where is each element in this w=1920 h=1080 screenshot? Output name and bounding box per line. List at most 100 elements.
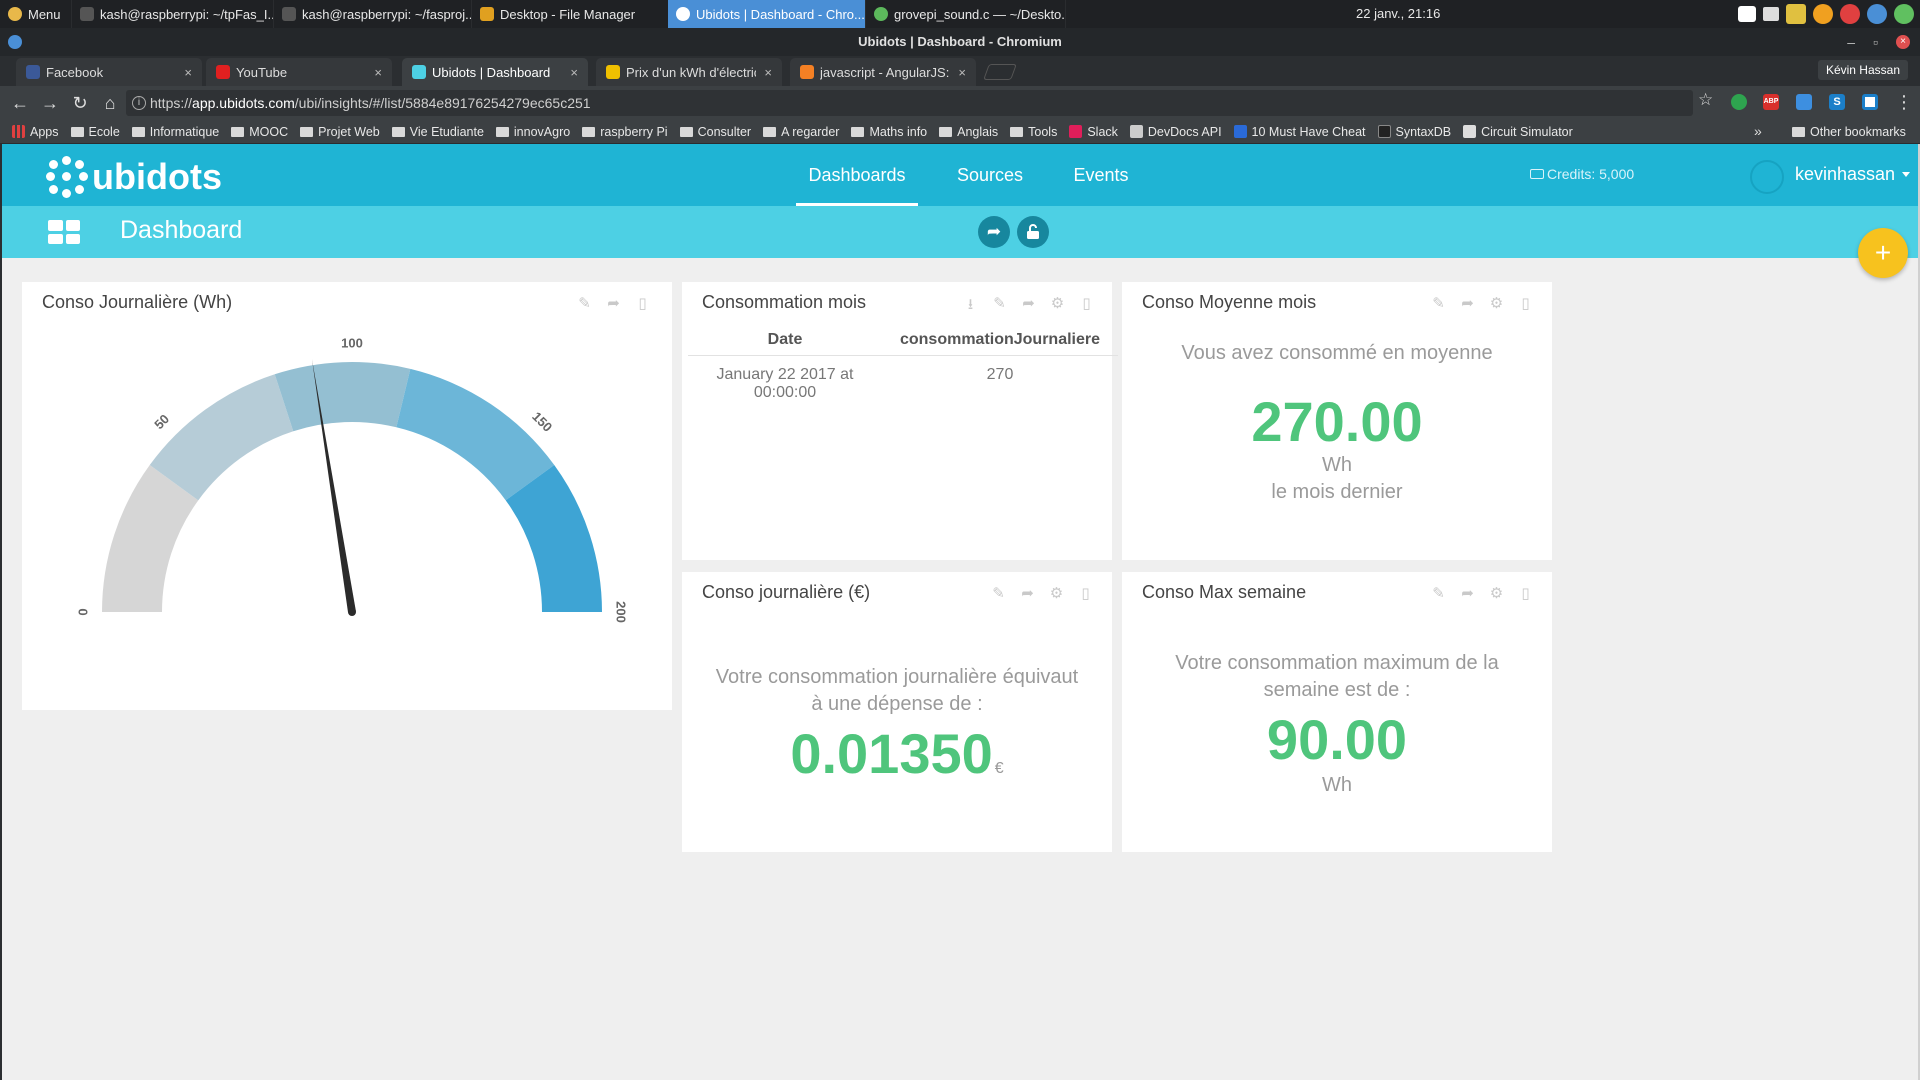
info-icon[interactable]: i xyxy=(132,96,146,110)
adblock-icon[interactable]: ABP xyxy=(1763,94,1779,110)
tab-youtube[interactable]: YouTube × xyxy=(206,58,392,86)
tab-prix-kwh[interactable]: Prix d'un kWh d'électric × xyxy=(596,58,782,86)
nav-dashboards[interactable]: Dashboards xyxy=(796,144,918,206)
lock-screen-icon[interactable] xyxy=(1813,4,1833,24)
tab-close-icon[interactable]: × xyxy=(570,65,578,80)
tab-close-icon[interactable]: × xyxy=(958,65,966,80)
widget-table: Consommation mois ⭳ ✎ ➦ ⚙ ▯ Date consomm… xyxy=(682,282,1118,560)
username-menu[interactable]: kevinhassan xyxy=(1795,164,1895,185)
volume-icon[interactable] xyxy=(1763,7,1779,21)
chrome-menu-icon[interactable]: ⋮ xyxy=(1890,88,1918,116)
bookmark-folder[interactable]: Anglais xyxy=(933,125,1004,139)
bookmark-folder[interactable]: Ecole xyxy=(65,125,126,139)
bookmark-cheatsheets[interactable]: 10 Must Have Cheat xyxy=(1228,125,1372,139)
bookmark-folder[interactable]: A regarder xyxy=(757,125,845,139)
edit-icon[interactable]: ✎ xyxy=(1430,294,1447,312)
tab-stackoverflow[interactable]: javascript - AngularJS: M × xyxy=(790,58,976,86)
trash-icon[interactable]: ▯ xyxy=(1517,294,1534,312)
extension-green-icon[interactable] xyxy=(1731,94,1747,110)
tab-close-icon[interactable]: × xyxy=(374,65,382,80)
chevron-down-icon[interactable] xyxy=(1902,172,1910,177)
dashboard-list-icon[interactable] xyxy=(48,220,80,244)
profile-button[interactable]: Kévin Hassan xyxy=(1817,60,1908,80)
bookmark-folder[interactable]: innovAgro xyxy=(490,125,576,139)
tab-close-icon[interactable]: × xyxy=(184,65,192,80)
folder-icon xyxy=(1010,126,1024,137)
bookmark-star-icon[interactable]: ☆ xyxy=(1698,90,1713,110)
taskbar-terminal-2[interactable]: kash@raspberrypi: ~/fasproj... xyxy=(274,0,472,28)
bookmark-folder[interactable]: Informatique xyxy=(126,125,225,139)
extension-blue-icon[interactable] xyxy=(1796,94,1812,110)
trash-icon[interactable]: ▯ xyxy=(1078,294,1095,319)
bookmark-apps[interactable]: Apps xyxy=(0,125,65,139)
share-icon[interactable]: ➦ xyxy=(1459,294,1476,312)
browser-toolbar: ← → ↻ ⌂ i https://app.ubidots.com/ubi/in… xyxy=(0,86,1920,120)
screen-icon[interactable] xyxy=(1738,6,1756,22)
bookmark-slack[interactable]: Slack xyxy=(1063,125,1124,139)
bookmark-folder[interactable]: MOOC xyxy=(225,125,294,139)
column-header-value[interactable]: consommationJournaliere xyxy=(882,331,1118,349)
restore-button[interactable]: ▫ xyxy=(1873,34,1878,50)
address-bar[interactable]: i https://app.ubidots.com/ubi/insights/#… xyxy=(126,90,1693,116)
new-tab-button[interactable] xyxy=(983,64,1017,80)
taskbar-file-manager[interactable]: Desktop - File Manager xyxy=(472,0,672,28)
bookmarks-overflow-button[interactable]: » xyxy=(1754,123,1762,139)
share-icon[interactable]: ➦ xyxy=(1459,584,1476,602)
edit-icon[interactable]: ✎ xyxy=(990,584,1007,602)
other-bookmarks[interactable]: Other bookmarks xyxy=(1786,120,1912,144)
reload-button[interactable]: ↻ xyxy=(66,89,94,117)
metric-value: 90.00 xyxy=(1266,708,1408,771)
tab-close-icon[interactable]: × xyxy=(764,65,772,80)
download-icon[interactable]: ⭳ xyxy=(962,294,979,319)
taskbar-chromium[interactable]: Ubidots | Dashboard - Chro... xyxy=(668,0,866,28)
taskbar-terminal-1[interactable]: kash@raspberrypi: ~/tpFas_I... xyxy=(72,0,274,28)
minimize-button[interactable]: – xyxy=(1847,34,1855,50)
gear-icon[interactable]: ⚙ xyxy=(1488,584,1505,602)
trash-icon[interactable]: ▯ xyxy=(1517,584,1534,602)
ubidots-logo[interactable]: ubidots xyxy=(46,156,222,198)
metric-value-wrap: 0.01350 € xyxy=(682,724,1112,799)
power-icon[interactable] xyxy=(1840,4,1860,24)
bookmark-devdocs[interactable]: DevDocs API xyxy=(1124,125,1228,139)
nav-sources[interactable]: Sources xyxy=(932,144,1048,206)
refresh-icon[interactable] xyxy=(1867,4,1887,24)
tab-ubidots[interactable]: Ubidots | Dashboard × xyxy=(402,58,588,86)
add-widget-button[interactable]: + xyxy=(1858,228,1908,278)
bookmark-folder[interactable]: Tools xyxy=(1004,125,1063,139)
back-button[interactable]: ← xyxy=(6,89,34,117)
forward-button[interactable]: → xyxy=(36,89,64,117)
trello-icon[interactable] xyxy=(1862,94,1878,110)
logout-icon[interactable] xyxy=(1894,4,1914,24)
nav-events[interactable]: Events xyxy=(1046,144,1156,206)
bookmark-folder[interactable]: Vie Etudiante xyxy=(386,125,490,139)
column-header-date[interactable]: Date xyxy=(688,331,882,349)
gear-icon[interactable]: ⚙ xyxy=(1048,584,1065,602)
widget-text: Vous avez consommé en moyenne xyxy=(1181,342,1493,364)
avatar[interactable] xyxy=(1750,160,1784,194)
trash-icon[interactable]: ▯ xyxy=(1077,584,1094,602)
gear-icon[interactable]: ⚙ xyxy=(1049,294,1066,319)
share-icon[interactable]: ➦ xyxy=(1019,584,1036,602)
menu-icon xyxy=(8,7,22,21)
share-icon[interactable]: ➦ xyxy=(1020,294,1037,319)
bookmark-circuit-simulator[interactable]: Circuit Simulator xyxy=(1457,125,1579,139)
taskbar-editor[interactable]: grovepi_sound.c — ~/Deskto... xyxy=(866,0,1066,28)
metric-value: 270.00 xyxy=(1251,390,1423,453)
bookmark-syntaxdb[interactable]: SyntaxDB xyxy=(1372,125,1458,139)
unlock-dashboard-button[interactable] xyxy=(1017,216,1049,248)
bookmark-folder[interactable]: Consulter xyxy=(674,125,758,139)
bookmark-folder[interactable]: raspberry Pi xyxy=(576,125,673,139)
edit-icon[interactable]: ✎ xyxy=(1430,584,1447,602)
taskbar-menu[interactable]: Menu xyxy=(0,0,72,28)
share-dashboard-button[interactable]: ➦ xyxy=(978,216,1010,248)
home-button[interactable]: ⌂ xyxy=(96,89,124,117)
bookmark-folder[interactable]: Projet Web xyxy=(294,125,386,139)
metric-unit: Wh xyxy=(1322,454,1352,476)
tab-facebook[interactable]: Facebook × xyxy=(16,58,202,86)
skype-icon[interactable]: S xyxy=(1829,94,1845,110)
edit-icon[interactable]: ✎ xyxy=(991,294,1008,319)
gear-icon[interactable]: ⚙ xyxy=(1488,294,1505,312)
battery-icon[interactable] xyxy=(1786,4,1806,24)
bookmark-folder[interactable]: Maths info xyxy=(845,125,933,139)
close-window-button[interactable]: × xyxy=(1896,35,1910,49)
